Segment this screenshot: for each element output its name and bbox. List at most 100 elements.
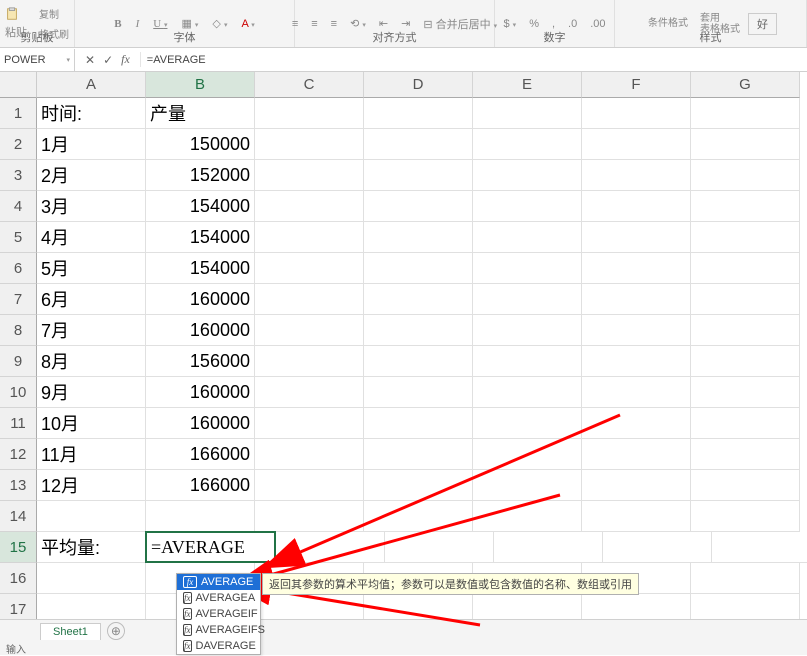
orientation-button[interactable]: ⟲ ▾ <box>346 15 370 32</box>
formula-bar[interactable]: =AVERAGE <box>141 54 807 66</box>
col-header-F[interactable]: F <box>582 72 691 98</box>
fill-color-button[interactable]: ◇ ▾ <box>208 15 231 32</box>
select-all-corner[interactable] <box>0 72 37 98</box>
cell-E2[interactable] <box>473 129 582 160</box>
col-header-B[interactable]: B <box>146 72 255 98</box>
cell-D3[interactable] <box>364 160 473 191</box>
cell-C2[interactable] <box>255 129 364 160</box>
bold-button[interactable]: B <box>110 16 125 32</box>
cond-format-button[interactable]: 条件格式 <box>644 16 692 31</box>
cell-C3[interactable] <box>255 160 364 191</box>
row-header-7[interactable]: 7 <box>0 284 37 315</box>
cell-D4[interactable] <box>364 191 473 222</box>
cell-E4[interactable] <box>473 191 582 222</box>
cell-E3[interactable] <box>473 160 582 191</box>
cell-G5[interactable] <box>691 222 800 253</box>
dec-dec-button[interactable]: .00 <box>586 16 609 32</box>
insert-function-button[interactable]: fx <box>121 52 130 67</box>
cell-A12[interactable]: 11月 <box>37 439 146 470</box>
cell-A9[interactable]: 8月 <box>37 346 146 377</box>
cell-B9[interactable]: 156000 <box>146 346 255 377</box>
cell-A2[interactable]: 1月 <box>37 129 146 160</box>
autocomplete-item[interactable]: fxAVERAGEIFS <box>177 622 260 638</box>
cell-E11[interactable] <box>473 408 582 439</box>
cell-C7[interactable] <box>255 284 364 315</box>
cell-E9[interactable] <box>473 346 582 377</box>
cell-G15[interactable] <box>712 532 807 563</box>
cell-G7[interactable] <box>691 284 800 315</box>
cell-E10[interactable] <box>473 377 582 408</box>
cell-G12[interactable] <box>691 439 800 470</box>
add-sheet-button[interactable]: ⊕ <box>107 622 125 640</box>
good-style-button[interactable]: 好 <box>748 13 777 35</box>
cell-D15[interactable] <box>385 532 494 563</box>
col-header-D[interactable]: D <box>364 72 473 98</box>
row-header-6[interactable]: 6 <box>0 253 37 284</box>
enter-formula-button[interactable]: ✓ <box>103 53 113 67</box>
cell-E1[interactable] <box>473 98 582 129</box>
cell-D14[interactable] <box>364 501 473 532</box>
name-box-dropdown-icon[interactable]: ▾ <box>66 56 70 64</box>
row-header-13[interactable]: 13 <box>0 470 37 501</box>
cell-A13[interactable]: 12月 <box>37 470 146 501</box>
cell-F3[interactable] <box>582 160 691 191</box>
cell-A14[interactable] <box>37 501 146 532</box>
cell-B4[interactable]: 154000 <box>146 191 255 222</box>
cell-D12[interactable] <box>364 439 473 470</box>
cell-G8[interactable] <box>691 315 800 346</box>
cell-A1[interactable]: 时间: <box>37 98 146 129</box>
autocomplete-list[interactable]: fxAVERAGEfxAVERAGEAfxAVERAGEIFfxAVERAGEI… <box>176 573 261 655</box>
cell-C12[interactable] <box>255 439 364 470</box>
cell-F10[interactable] <box>582 377 691 408</box>
cell-D11[interactable] <box>364 408 473 439</box>
cell-E13[interactable] <box>473 470 582 501</box>
cell-B10[interactable]: 160000 <box>146 377 255 408</box>
inc-dec-button[interactable]: .0 <box>564 16 581 32</box>
cell-F12[interactable] <box>582 439 691 470</box>
cell-B13[interactable]: 166000 <box>146 470 255 501</box>
cell-E6[interactable] <box>473 253 582 284</box>
cell-G16[interactable] <box>691 563 800 594</box>
cell-B2[interactable]: 150000 <box>146 129 255 160</box>
cell-E7[interactable] <box>473 284 582 315</box>
cell-G13[interactable] <box>691 470 800 501</box>
cell-A16[interactable] <box>37 563 146 594</box>
cell-F2[interactable] <box>582 129 691 160</box>
cell-C15[interactable] <box>276 532 385 563</box>
row-header-10[interactable]: 10 <box>0 377 37 408</box>
cell-A8[interactable]: 7月 <box>37 315 146 346</box>
currency-button[interactable]: $ ▾ <box>499 16 520 32</box>
underline-button[interactable]: U ▾ <box>149 16 171 32</box>
italic-button[interactable]: I <box>132 16 144 32</box>
autocomplete-item[interactable]: fxAVERAGEIF <box>177 606 260 622</box>
align-bot-button[interactable]: ≡ <box>327 16 341 32</box>
cell-C9[interactable] <box>255 346 364 377</box>
row-header-11[interactable]: 11 <box>0 408 37 439</box>
cell-F4[interactable] <box>582 191 691 222</box>
cell-D7[interactable] <box>364 284 473 315</box>
row-header-14[interactable]: 14 <box>0 501 37 532</box>
row-header-12[interactable]: 12 <box>0 439 37 470</box>
row-header-1[interactable]: 1 <box>0 98 37 129</box>
row-header-15[interactable]: 15 <box>0 532 37 563</box>
cell-C13[interactable] <box>255 470 364 501</box>
autocomplete-item[interactable]: fxAVERAGEA <box>177 590 260 606</box>
row-header-16[interactable]: 16 <box>0 563 37 594</box>
cell-C14[interactable] <box>255 501 364 532</box>
cell-G3[interactable] <box>691 160 800 191</box>
cancel-formula-button[interactable]: ✕ <box>85 53 95 67</box>
col-header-A[interactable]: A <box>37 72 146 98</box>
cell-B5[interactable]: 154000 <box>146 222 255 253</box>
align-mid-button[interactable]: ≡ <box>307 16 321 32</box>
cell-D10[interactable] <box>364 377 473 408</box>
cell-B14[interactable] <box>146 501 255 532</box>
merge-center-button[interactable]: ⊟ 合并后居中 ▾ <box>419 14 501 34</box>
autocomplete-item[interactable]: fxDAVERAGE <box>177 638 260 654</box>
cell-F6[interactable] <box>582 253 691 284</box>
cell-D5[interactable] <box>364 222 473 253</box>
cell-D8[interactable] <box>364 315 473 346</box>
cell-E8[interactable] <box>473 315 582 346</box>
cell-A5[interactable]: 4月 <box>37 222 146 253</box>
cell-G1[interactable] <box>691 98 800 129</box>
cell-C8[interactable] <box>255 315 364 346</box>
